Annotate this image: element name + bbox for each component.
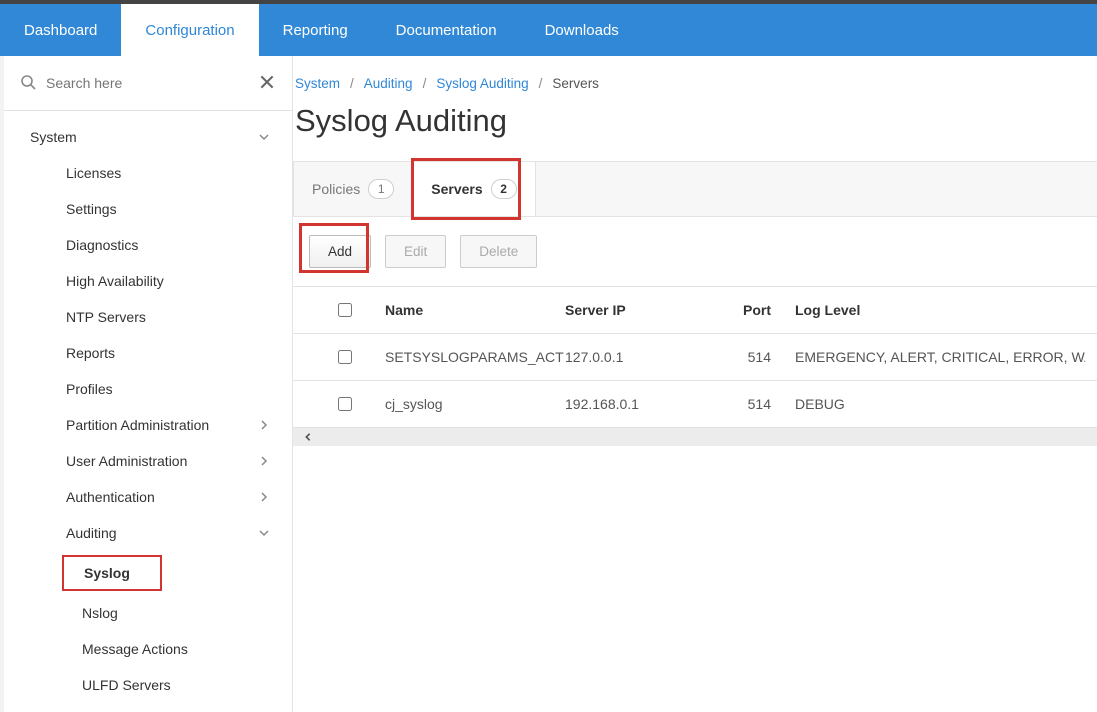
row-checkbox[interactable]: [338, 350, 352, 364]
add-button[interactable]: Add: [309, 235, 371, 268]
cell-log-level: DEBUG: [795, 396, 1085, 412]
nav-dashboard[interactable]: Dashboard: [0, 4, 121, 56]
chevron-down-icon: [258, 131, 270, 143]
cell-port: 514: [705, 396, 795, 412]
select-all-checkbox[interactable]: [338, 303, 352, 317]
clear-search-icon[interactable]: [258, 73, 276, 94]
sidebar: System Licenses Settings Diagnostics Hig…: [0, 56, 293, 712]
servers-table: Name Server IP Port Log Level SETSYSLOGP…: [293, 286, 1097, 446]
col-name: Name: [385, 302, 565, 318]
breadcrumb-syslog-auditing[interactable]: Syslog Auditing: [436, 76, 528, 91]
search-input[interactable]: [46, 75, 248, 91]
breadcrumb-system[interactable]: System: [295, 76, 340, 91]
table-header-row: Name Server IP Port Log Level: [293, 287, 1097, 334]
tab-count: 2: [491, 179, 517, 199]
content-tabs: Policies 1 Servers 2: [293, 161, 1097, 217]
cell-log-level: EMERGENCY, ALERT, CRITICAL, ERROR, WARNI…: [795, 349, 1085, 365]
sidebar-nav: System Licenses Settings Diagnostics Hig…: [4, 111, 292, 712]
sidebar-item-partition-administration[interactable]: Partition Administration: [4, 407, 292, 443]
col-port: Port: [705, 302, 795, 318]
chevron-down-icon: [258, 527, 270, 539]
chevron-right-icon: [258, 419, 270, 431]
sidebar-item-reports[interactable]: Reports: [4, 335, 292, 371]
horizontal-scrollbar[interactable]: [293, 428, 1097, 446]
edit-button[interactable]: Edit: [385, 235, 446, 268]
breadcrumb-sep: /: [539, 76, 543, 91]
sidebar-item-auditing[interactable]: Auditing: [4, 515, 292, 551]
nav-configuration[interactable]: Configuration: [121, 4, 258, 56]
search-icon: [20, 74, 36, 93]
chevron-right-icon: [258, 455, 270, 467]
table-row[interactable]: SETSYSLOGPARAMS_ACT 127.0.0.1 514 EMERGE…: [293, 334, 1097, 381]
sidebar-item-high-availability[interactable]: High Availability: [4, 263, 292, 299]
breadcrumb-current: Servers: [552, 76, 599, 91]
sidebar-item-message-actions[interactable]: Message Actions: [4, 631, 292, 667]
cell-ip: 192.168.0.1: [565, 396, 705, 412]
tab-label: Servers: [431, 181, 482, 197]
chevron-left-icon: [303, 429, 313, 445]
action-bar: Add Edit Delete: [293, 217, 1097, 286]
col-log-level: Log Level: [795, 302, 1085, 318]
sidebar-item-diagnostics[interactable]: Diagnostics: [4, 227, 292, 263]
tab-label: Policies: [312, 181, 360, 197]
main-content: System / Auditing / Syslog Auditing / Se…: [293, 56, 1097, 712]
breadcrumb-sep: /: [423, 76, 427, 91]
breadcrumb: System / Auditing / Syslog Auditing / Se…: [293, 76, 1097, 99]
tab-servers[interactable]: Servers 2: [412, 162, 535, 216]
nav-reporting[interactable]: Reporting: [259, 4, 372, 56]
highlight-syslog: Syslog: [62, 555, 162, 591]
cell-ip: 127.0.0.1: [565, 349, 705, 365]
sidebar-item-authentication[interactable]: Authentication: [4, 479, 292, 515]
sidebar-item-licenses[interactable]: Licenses: [4, 155, 292, 191]
sidebar-item-user-administration[interactable]: User Administration: [4, 443, 292, 479]
sidebar-item-system[interactable]: System: [4, 119, 292, 155]
breadcrumb-auditing[interactable]: Auditing: [364, 76, 413, 91]
sidebar-item-ulfd-servers[interactable]: ULFD Servers: [4, 667, 292, 703]
sidebar-item-profiles[interactable]: Profiles: [4, 371, 292, 407]
sidebar-item-syslog[interactable]: Syslog: [68, 559, 156, 587]
cell-port: 514: [705, 349, 795, 365]
nav-documentation[interactable]: Documentation: [372, 4, 521, 56]
row-checkbox[interactable]: [338, 397, 352, 411]
nav-downloads[interactable]: Downloads: [521, 4, 643, 56]
delete-button[interactable]: Delete: [460, 235, 537, 268]
page-title: Syslog Auditing: [293, 99, 1097, 161]
tab-policies[interactable]: Policies 1: [294, 162, 412, 216]
sidebar-item-settings[interactable]: Settings: [4, 191, 292, 227]
tab-count: 1: [368, 179, 394, 199]
top-nav: Dashboard Configuration Reporting Docume…: [0, 0, 1097, 56]
table-row[interactable]: cj_syslog 192.168.0.1 514 DEBUG: [293, 381, 1097, 428]
cell-name: cj_syslog: [385, 396, 565, 412]
sidebar-item-nslog[interactable]: Nslog: [4, 595, 292, 631]
sidebar-search: [4, 56, 292, 111]
chevron-right-icon: [258, 491, 270, 503]
breadcrumb-sep: /: [350, 76, 354, 91]
cell-name: SETSYSLOGPARAMS_ACT: [385, 349, 565, 365]
col-server-ip: Server IP: [565, 302, 705, 318]
sidebar-item-ntp-servers[interactable]: NTP Servers: [4, 299, 292, 335]
